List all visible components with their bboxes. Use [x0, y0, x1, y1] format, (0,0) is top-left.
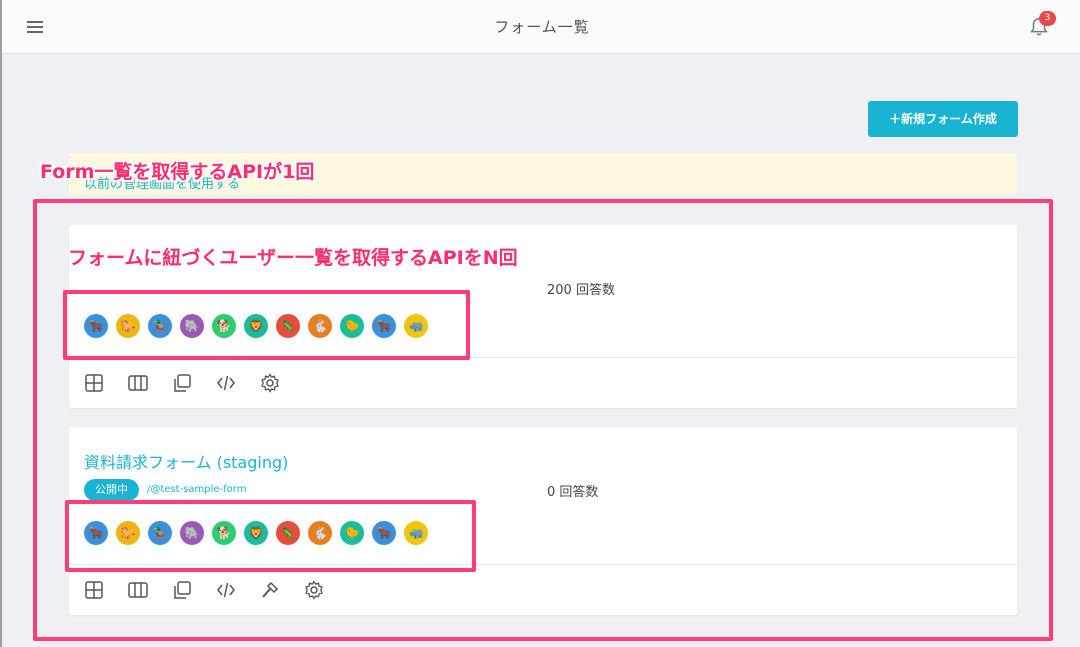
- new-form-button[interactable]: ＋新規フォーム作成: [868, 101, 1018, 137]
- annotation-inner-label: フォームに紐づくユーザー一覧を取得するAPIをN回: [68, 247, 518, 269]
- page-title: フォーム一覧: [494, 18, 590, 36]
- annotation-outer-label: Form一覧を取得するAPIが1回: [40, 161, 315, 183]
- annotation-avatar-box-2: [65, 500, 476, 572]
- app-window: フォーム一覧 3 ＋新規フォーム作成 以前の管理画面を使用する 200 回答数 …: [0, 0, 1080, 647]
- notification-count-badge: 3: [1039, 11, 1056, 26]
- top-header: フォーム一覧 3: [2, 0, 1080, 54]
- annotation-avatar-box-1: [63, 290, 470, 360]
